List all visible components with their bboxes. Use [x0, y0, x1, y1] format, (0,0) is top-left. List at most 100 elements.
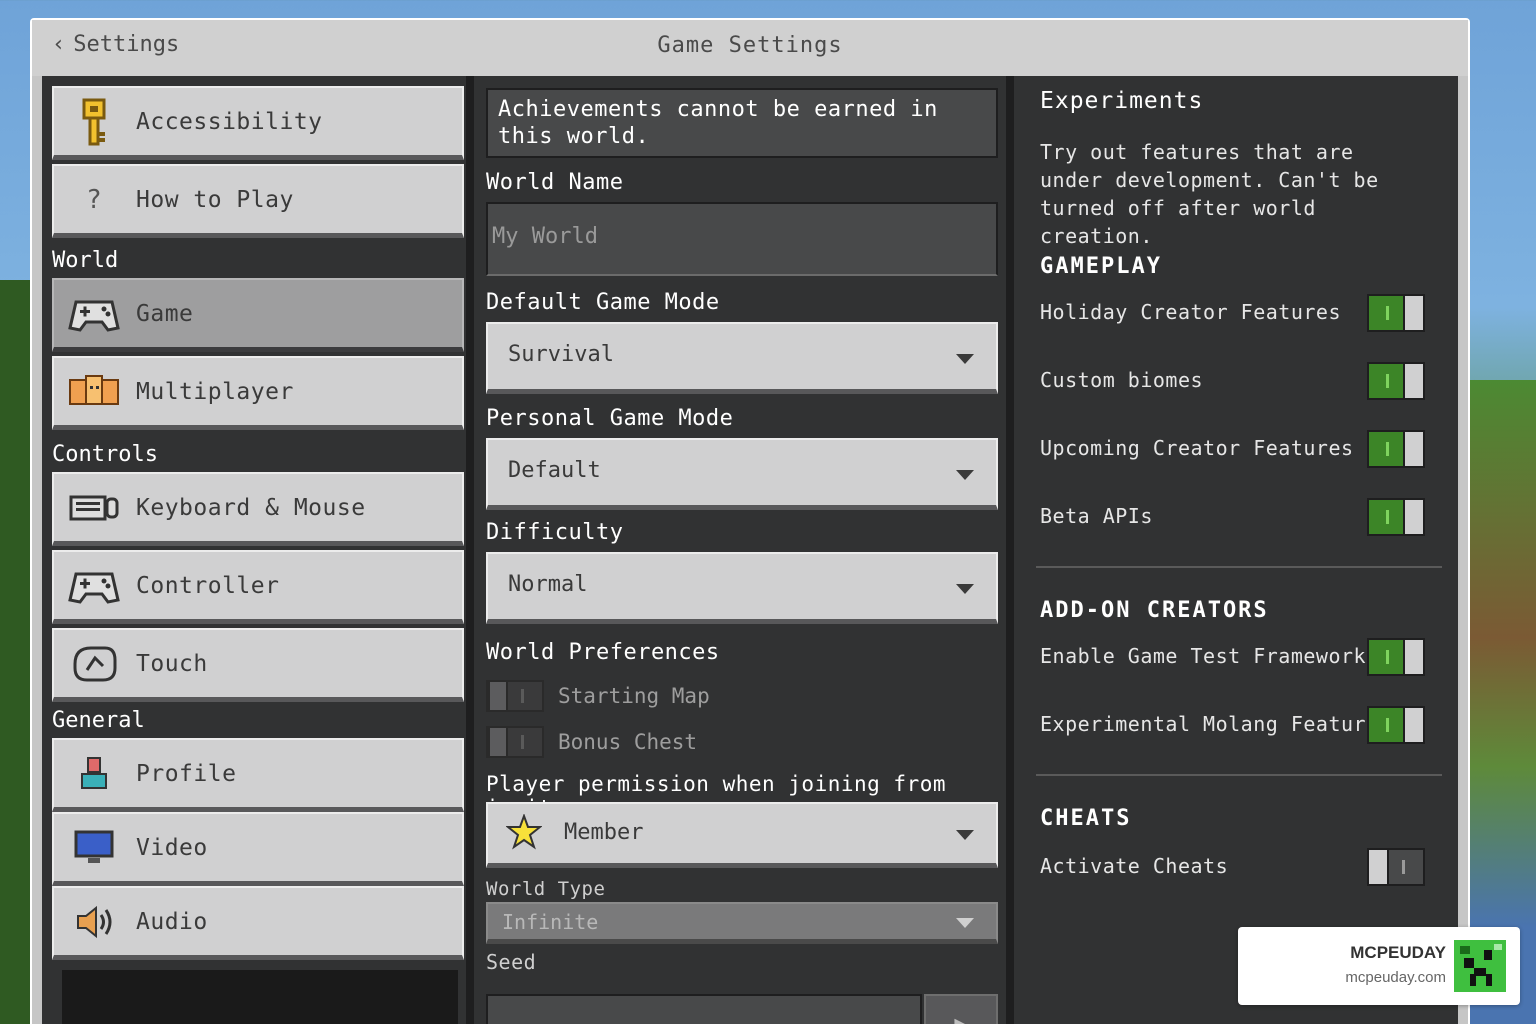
world-type-label: World Type	[486, 878, 606, 900]
seed-label: Seed	[486, 950, 537, 974]
sidebar-item-label: How to Play	[136, 186, 294, 213]
keyboard-icon	[66, 484, 122, 532]
section-divider	[1036, 566, 1442, 568]
sidebar-item-label: Multiplayer	[136, 378, 294, 405]
sidebar-item-audio[interactable]: Audio	[52, 886, 464, 960]
custom-biomes-toggle[interactable]	[1367, 362, 1425, 400]
experiments-title: Experiments	[1040, 88, 1204, 114]
experiment-label: Custom biomes	[1040, 368, 1204, 392]
addon-creators-heading: ADD-ON CREATORS	[1040, 598, 1269, 623]
sidebar-item-profile[interactable]: Profile	[52, 738, 464, 812]
play-arrow-icon: ▶	[954, 1011, 968, 1024]
sidebar-item-label: Controller	[136, 572, 280, 599]
creeper-logo-icon	[1454, 940, 1506, 992]
sidebar-item-accessibility[interactable]: Accessibility	[52, 86, 464, 160]
default-game-mode-label: Default Game Mode	[486, 290, 720, 315]
beta-apis-toggle[interactable]	[1367, 498, 1425, 536]
chevron-down-icon	[956, 470, 974, 480]
star-icon	[505, 813, 543, 854]
game-settings-panel: Achievements cannot be earned in this wo…	[474, 76, 1010, 1024]
dropdown-value: Normal	[508, 572, 588, 597]
experiment-item: Activate Cheats	[1040, 848, 1425, 888]
personal-game-mode-dropdown[interactable]: Default	[486, 438, 998, 510]
section-divider	[1036, 774, 1442, 776]
experimental-molang-toggle[interactable]	[1367, 706, 1425, 744]
bonus-chest-toggle[interactable]	[486, 726, 544, 758]
difficulty-dropdown[interactable]: Normal	[486, 552, 998, 624]
watermark-badge: MCPEUDAY mcpeuday.com	[1238, 927, 1520, 1005]
seed-input[interactable]	[486, 994, 922, 1024]
world-preferences-label: World Preferences	[486, 640, 720, 665]
starting-map-option: Starting Map	[486, 680, 710, 712]
experiment-item: Enable Game Test Framework	[1040, 638, 1425, 678]
experiment-label: Activate Cheats	[1040, 854, 1229, 878]
gamepad-icon	[66, 290, 122, 338]
settings-window: ‹ Settings Game Settings Accessibility ?…	[30, 18, 1470, 1024]
title-bar: ‹ Settings Game Settings	[32, 20, 1468, 76]
sidebar-item-controller[interactable]: Controller	[52, 550, 464, 624]
speaker-icon	[66, 898, 122, 946]
seed-menu-button[interactable]: ▶	[924, 994, 998, 1024]
starting-map-label: Starting Map	[558, 684, 710, 708]
activate-cheats-toggle[interactable]	[1367, 848, 1425, 886]
difficulty-label: Difficulty	[486, 520, 624, 545]
controller-icon	[66, 562, 122, 610]
settings-body: Accessibility ? How to Play World Game M…	[42, 76, 1458, 1024]
experiment-label: Experimental Molang Features	[1040, 712, 1392, 736]
sidebar-item-label: Keyboard & Mouse	[136, 494, 366, 521]
sidebar-item-video[interactable]: Video	[52, 812, 464, 886]
gameplay-heading: GAMEPLAY	[1040, 254, 1162, 279]
dropdown-value: Infinite	[502, 910, 599, 934]
experiment-item: Beta APIs	[1040, 498, 1425, 538]
touch-icon	[66, 640, 122, 688]
experiments-description: Try out features that are under developm…	[1040, 140, 1379, 248]
section-title-general: General	[52, 708, 145, 733]
personal-game-mode-label: Personal Game Mode	[486, 406, 734, 431]
experiment-label: Beta APIs	[1040, 504, 1153, 528]
sidebar-item-game[interactable]: Game	[52, 278, 464, 352]
player-permission-dropdown[interactable]: Member	[486, 802, 998, 868]
section-title-controls: Controls	[52, 442, 158, 467]
world-name-input[interactable]: My World	[486, 202, 998, 276]
sidebar-item-label: Accessibility	[136, 108, 323, 135]
key-icon	[66, 98, 122, 146]
sidebar-item-label: Video	[136, 834, 208, 861]
experiment-item: Custom biomes	[1040, 362, 1425, 402]
holiday-creator-features-toggle[interactable]	[1367, 294, 1425, 332]
world-type-dropdown[interactable]: Infinite	[486, 902, 998, 944]
chevron-down-icon	[956, 584, 974, 594]
experiment-item: Experimental Molang Features	[1040, 706, 1425, 746]
chevron-down-icon	[956, 918, 974, 928]
sidebar-item-multiplayer[interactable]: Multiplayer	[52, 356, 464, 430]
chevron-down-icon	[956, 354, 974, 364]
question-icon: ?	[86, 184, 102, 215]
sidebar-item-label: Game	[136, 300, 194, 327]
sidebar-item-keyboard-mouse[interactable]: Keyboard & Mouse	[52, 472, 464, 546]
default-game-mode-dropdown[interactable]: Survival	[486, 322, 998, 394]
bonus-chest-option: Bonus Chest	[486, 726, 697, 758]
upcoming-creator-features-toggle[interactable]	[1367, 430, 1425, 468]
game-test-framework-toggle[interactable]	[1367, 638, 1425, 676]
dropdown-value: Survival	[508, 342, 614, 367]
monitor-icon	[66, 824, 122, 872]
sidebar-item-how-to-play[interactable]: ? How to Play	[52, 164, 464, 238]
sidebar-item-touch[interactable]: Touch	[52, 628, 464, 702]
sidebar-scroll-area	[62, 970, 458, 1024]
sidebar-item-label: Audio	[136, 908, 208, 935]
starting-map-toggle[interactable]	[486, 680, 544, 712]
experiment-item: Upcoming Creator Features	[1040, 430, 1425, 470]
experiment-label: Enable Game Test Framework	[1040, 644, 1367, 668]
experiments-panel: Experiments Try out features that are un…	[1014, 76, 1458, 1024]
achievements-notice: Achievements cannot be earned in this wo…	[486, 88, 998, 158]
sidebar-item-label: Touch	[136, 650, 208, 677]
cheats-heading: CHEATS	[1040, 806, 1132, 831]
section-title-world: World	[52, 248, 119, 273]
experiment-item: Holiday Creator Features	[1040, 294, 1425, 334]
dropdown-value: Member	[564, 820, 644, 845]
experiment-label: Upcoming Creator Features	[1040, 436, 1354, 460]
chevron-down-icon	[956, 830, 974, 840]
profile-icon	[66, 750, 122, 798]
page-title: Game Settings	[657, 33, 843, 58]
world-name-value: My World	[492, 224, 598, 249]
watermark-name: MCPEUDAY	[1350, 943, 1446, 962]
